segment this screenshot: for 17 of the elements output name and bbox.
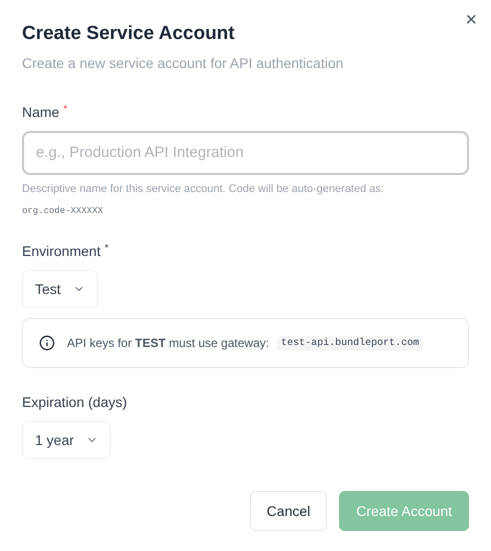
cancel-button[interactable]: Cancel: [250, 491, 328, 531]
dropdown-select[interactable]: Test: [22, 270, 98, 308]
dropdown-select[interactable]: 1 year: [22, 421, 111, 459]
required-mark: *: [63, 102, 68, 116]
info-text: API keys for TEST must use gateway:: [67, 335, 270, 352]
required-mark: *: [104, 242, 108, 256]
gateway-code: test-api.bundleport.com: [277, 336, 424, 350]
info-icon: [39, 335, 55, 351]
help-text: Descriptive name for this service account. Code will be auto-generated as:: [22, 182, 385, 196]
field-label: Name: [22, 102, 60, 122]
dialog-subtitle: Create a new service account for API authentication: [22, 54, 344, 72]
name-input-field[interactable]: e.g., Production API Integration: [22, 130, 469, 174]
close-button[interactable]: ×: [465, 10, 477, 30]
help-code: org.code-XXXXXX: [22, 206, 104, 216]
field-label: Expiration (days): [22, 393, 128, 412]
field-label: Environment: [22, 242, 101, 261]
dialog-title: Create Service Account: [22, 22, 236, 46]
